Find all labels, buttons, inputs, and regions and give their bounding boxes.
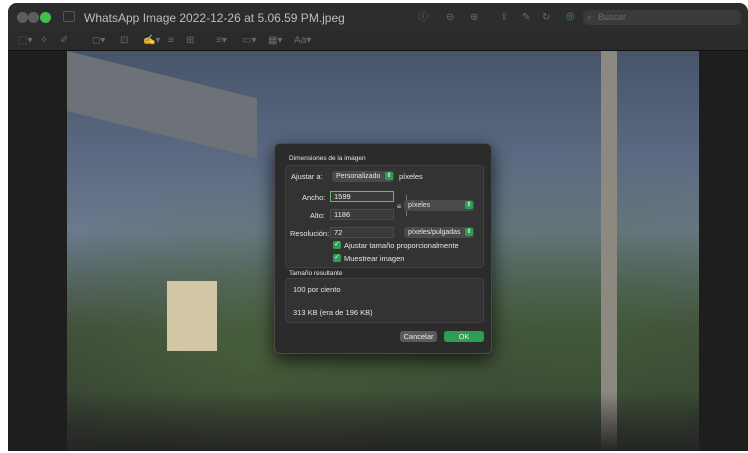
search-placeholder: Buscar (598, 12, 627, 22)
markup-toolbar: ⬚▾ ✧ ✐ ◻▾ ⊡ ✍▾ ≡ ⊞ ≡▾ ▭▾ ▦▾ Aa▾ (8, 31, 748, 51)
fit-popup-value: Personalizado (336, 173, 381, 180)
share-icon[interactable]: ⇪ (500, 12, 508, 24)
instant-alpha-icon[interactable]: ✧ (40, 35, 48, 47)
sidebar-toggle-icon[interactable] (63, 11, 75, 22)
popup-arrows-icon: ⇕ (465, 228, 473, 236)
scale-proportionally-checkbox[interactable]: ✓ (333, 241, 341, 249)
title-bar: WhatsApp Image 2022-12-26 at 5.06.59 PM.… (8, 3, 748, 31)
popup-arrows-icon: ⇕ (385, 172, 393, 180)
fill-color-icon[interactable]: ▦▾ (268, 35, 282, 47)
adjust-size-icon[interactable]: ⊞ (186, 35, 194, 47)
ok-button[interactable]: OK (444, 331, 484, 342)
popup-arrows-icon: ⇕ (465, 201, 473, 209)
text-box-icon[interactable]: ⊡ (120, 35, 128, 47)
shapes-icon[interactable]: ◻▾ (92, 35, 105, 47)
width-label: Ancho: (302, 193, 326, 202)
dimensions-group: Ajustar a: Personalizado ⇕ píxeles Ancho… (285, 165, 484, 268)
adjust-size-dialog: Dimensiones de la imagen Ajustar a: Pers… (274, 143, 492, 354)
photo-church (167, 281, 217, 351)
minimize-window-button[interactable] (28, 12, 39, 23)
lock-icon[interactable]: 🔒︎ (397, 201, 404, 213)
close-window-button[interactable] (17, 12, 28, 23)
size-unit-popup[interactable]: píxeles ⇕ (404, 200, 474, 211)
markup-toolbar-icon[interactable]: ◎ (566, 11, 575, 23)
search-field[interactable]: ⌕ Buscar (583, 10, 741, 25)
resample-label: Muestrear imagen (344, 254, 405, 263)
text-style-button[interactable]: Aa▾ (294, 35, 311, 47)
zoom-window-button[interactable] (40, 12, 51, 23)
adjust-color-icon[interactable]: ≡ (168, 35, 174, 47)
window-title: WhatsApp Image 2022-12-26 at 5.06.59 PM.… (84, 11, 345, 25)
fit-label: Ajustar a: (291, 172, 323, 181)
fit-popup[interactable]: Personalizado ⇕ (332, 171, 394, 182)
scale-proportionally-label: Ajustar tamaño proporcionalmente (344, 241, 459, 250)
text-style-label: Aa (294, 35, 307, 46)
height-field[interactable]: 1186 (330, 209, 394, 220)
resample-checkbox[interactable]: ✓ (333, 254, 341, 262)
result-size: 313 KB (era de 196 KB) (293, 308, 373, 317)
height-label: Alto: (310, 211, 326, 220)
search-icon: ⌕ (587, 12, 593, 22)
photo-ground (67, 391, 699, 451)
photo-roof (67, 51, 257, 159)
rotate-icon[interactable]: ↻ (542, 12, 550, 24)
dimensions-section-title: Dimensiones de la imagen (289, 155, 366, 162)
result-percent: 100 por ciento (293, 285, 341, 294)
width-field[interactable]: 1599 (330, 191, 394, 202)
zoom-out-icon[interactable]: ⊖ (446, 12, 454, 24)
resolution-unit-value: píxeles/pulgadas (408, 229, 461, 236)
sketch-icon[interactable]: ✐ (60, 35, 68, 47)
border-color-icon[interactable]: ▭▾ (242, 35, 256, 47)
cancel-button[interactable]: Cancelar (400, 331, 437, 342)
result-group: 100 por ciento 313 KB (era de 196 KB) (285, 278, 484, 323)
info-icon[interactable]: ⓘ (418, 12, 428, 24)
markup-icon[interactable]: ✎ (522, 12, 530, 24)
selection-tool-icon[interactable]: ⬚▾ (18, 35, 32, 47)
shape-style-icon[interactable]: ≡▾ (216, 35, 227, 47)
resolution-field[interactable]: 72 (330, 227, 394, 238)
zoom-in-icon[interactable]: ⊕ (470, 12, 478, 24)
sign-icon[interactable]: ✍▾ (143, 35, 160, 47)
size-unit-value: píxeles (408, 202, 431, 209)
resolution-unit-popup[interactable]: píxeles/pulgadas ⇕ (404, 227, 474, 238)
fit-unit-label: píxeles (399, 172, 423, 181)
result-section-title: Tamaño resultante (289, 270, 343, 277)
resolution-label: Resolución: (290, 229, 330, 238)
